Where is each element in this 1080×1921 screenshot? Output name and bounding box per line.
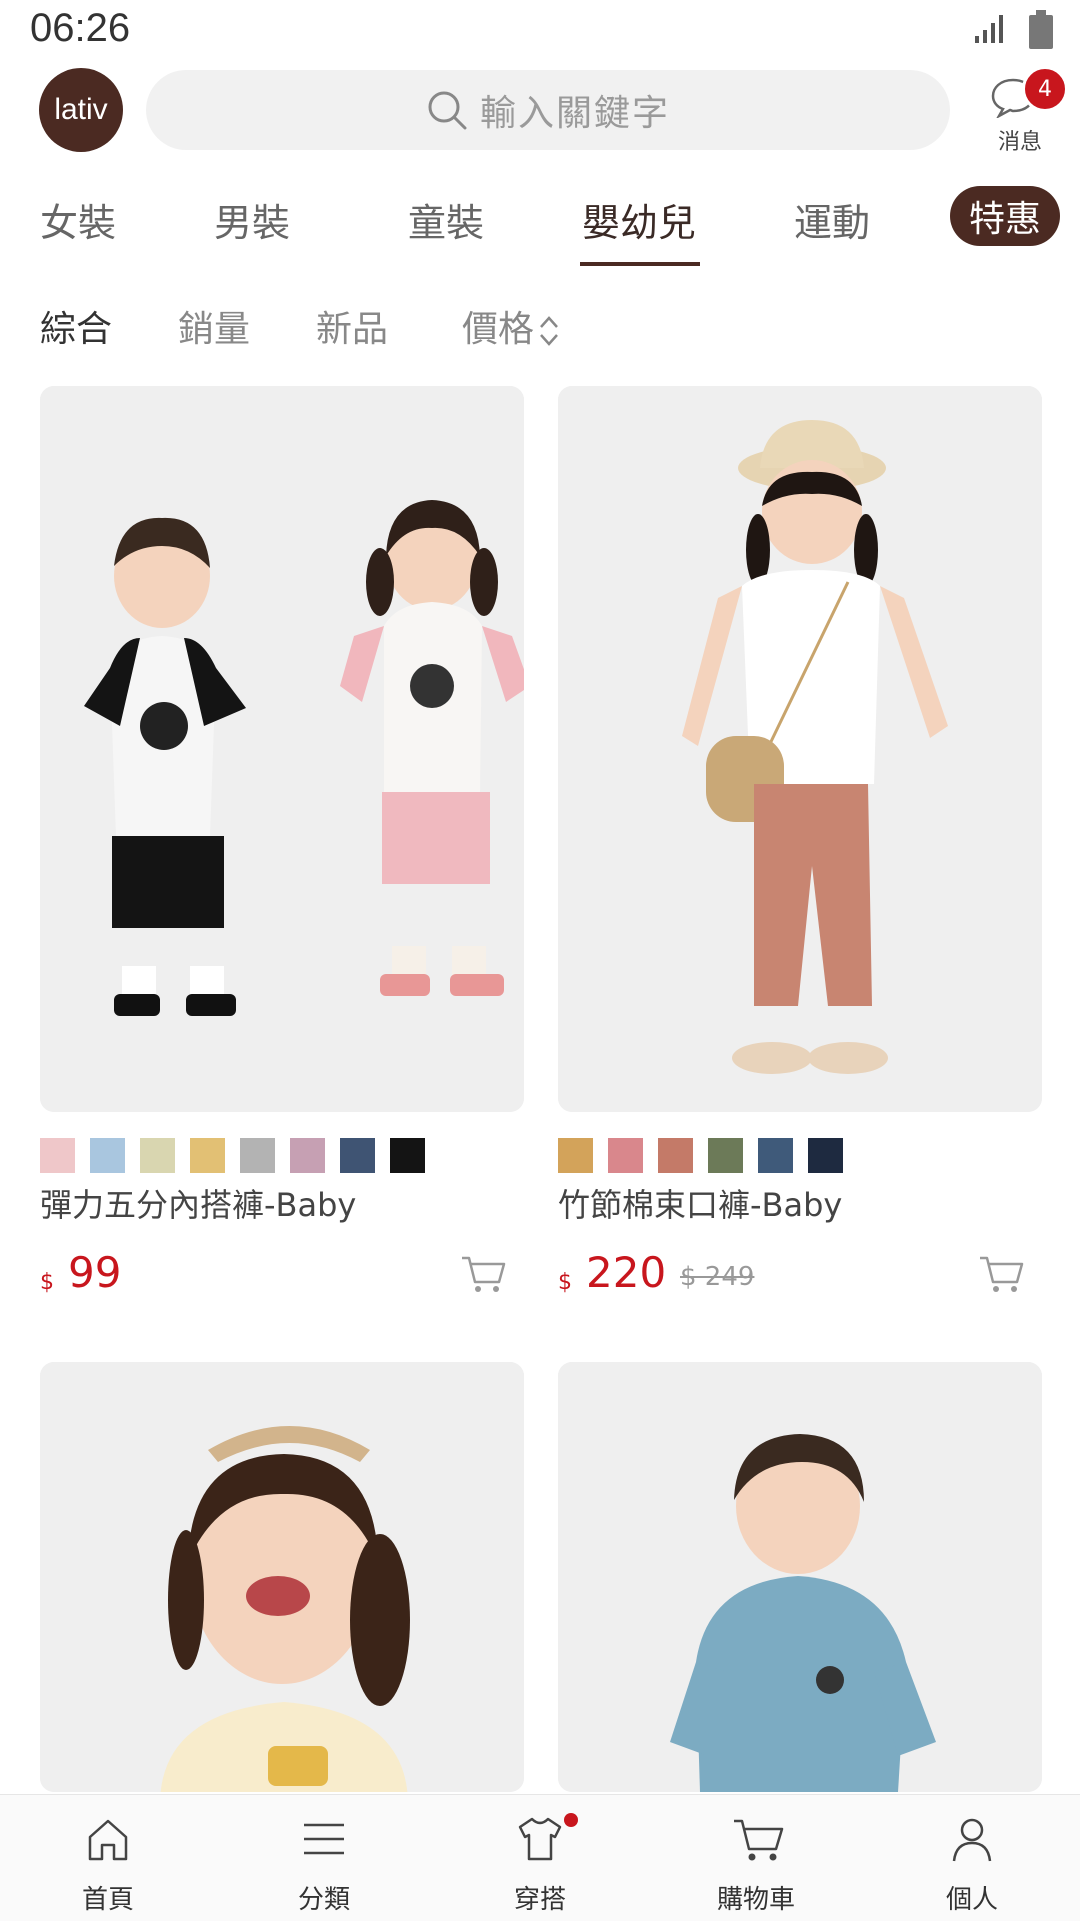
bottom-navigation: 首頁 分類 穿搭 購物車 個人 xyxy=(0,1794,1080,1921)
color-swatches xyxy=(40,1138,425,1173)
currency-symbol: $ xyxy=(40,1270,54,1295)
sort-bar: 綜合 銷量 新品 價格 xyxy=(0,300,1080,370)
menu-icon xyxy=(304,1823,344,1855)
product-card[interactable]: 彈力五分內搭褲-Baby $ 99 xyxy=(40,386,524,1297)
status-time: 06:26 xyxy=(30,6,131,50)
nav-home[interactable]: 首頁 xyxy=(18,1795,198,1921)
color-swatch[interactable] xyxy=(340,1138,375,1173)
search-bar[interactable]: 輸入關鍵字 xyxy=(146,70,950,150)
search-placeholder: 輸入關鍵字 xyxy=(479,93,670,134)
messages-button[interactable]: 4 消息 xyxy=(980,66,1068,158)
logo[interactable]: lativ xyxy=(39,68,123,152)
nav-profile[interactable]: 個人 xyxy=(882,1795,1062,1921)
nav-categories[interactable]: 分類 xyxy=(234,1795,414,1921)
sort-price[interactable]: 價格 xyxy=(462,300,560,352)
header: lativ 輸入關鍵字 4 消息 xyxy=(0,62,1080,158)
color-swatch[interactable] xyxy=(190,1138,225,1173)
nav-cart-label: 購物車 xyxy=(716,1885,795,1915)
product-image[interactable] xyxy=(558,1362,1042,1792)
product-price: 220 xyxy=(586,1248,667,1297)
price-row: $ 220 $ 249 xyxy=(558,1248,1042,1308)
add-to-cart-icon[interactable] xyxy=(978,1252,1024,1294)
sort-overall[interactable]: 綜合 xyxy=(40,300,112,352)
product-card[interactable] xyxy=(558,1362,1042,1792)
product-price: 99 xyxy=(68,1248,122,1297)
color-swatch[interactable] xyxy=(558,1138,593,1173)
color-swatches xyxy=(558,1138,843,1173)
tab-kids[interactable]: 童裝 xyxy=(408,192,484,247)
product-name[interactable]: 彈力五分內搭褲-Baby xyxy=(40,1180,356,1226)
sort-price-label: 價格 xyxy=(462,309,535,350)
signal-icon xyxy=(975,15,1003,43)
tab-women[interactable]: 女裝 xyxy=(40,192,116,247)
product-photo-tom-jerry-tee xyxy=(40,1362,524,1792)
product-card[interactable] xyxy=(40,1362,524,1792)
color-swatch[interactable] xyxy=(90,1138,125,1173)
color-swatch[interactable] xyxy=(40,1138,75,1173)
color-swatch[interactable] xyxy=(608,1138,643,1173)
message-badge: 4 xyxy=(1022,66,1068,112)
original-price: $ 249 xyxy=(680,1262,755,1292)
status-bar: 06:26 xyxy=(0,0,1080,62)
nav-outfits[interactable]: 穿搭 xyxy=(450,1795,630,1921)
currency-symbol: $ xyxy=(558,1270,572,1295)
product-photo-jogger-pants xyxy=(558,386,1042,1112)
product-photo-kids-leggings xyxy=(40,386,524,1112)
product-image[interactable] xyxy=(558,386,1042,1112)
color-swatch[interactable] xyxy=(658,1138,693,1173)
color-swatch[interactable] xyxy=(290,1138,325,1173)
logo-text: lativ xyxy=(54,93,108,126)
tab-sports[interactable]: 運動 xyxy=(794,192,870,247)
price-row: $ 99 xyxy=(40,1248,524,1308)
nav-profile-label: 個人 xyxy=(945,1885,998,1915)
active-tab-indicator xyxy=(580,262,700,266)
special-offer-label: 特惠 xyxy=(968,199,1041,240)
tab-special-offer[interactable]: 特惠 xyxy=(950,186,1060,246)
search-icon xyxy=(428,91,467,130)
sort-sales[interactable]: 銷量 xyxy=(178,300,250,352)
product-image[interactable] xyxy=(40,386,524,1112)
product-photo-mickey-pocket-tee xyxy=(558,1362,1042,1792)
color-swatch[interactable] xyxy=(808,1138,843,1173)
color-swatch[interactable] xyxy=(758,1138,793,1173)
cart-icon xyxy=(734,1819,784,1861)
nav-notification-dot xyxy=(564,1813,578,1827)
product-image[interactable] xyxy=(40,1362,524,1792)
shirt-icon xyxy=(518,1817,562,1861)
person-icon xyxy=(952,1818,992,1862)
home-icon xyxy=(88,1819,128,1861)
tab-baby[interactable]: 嬰幼兒 xyxy=(582,192,696,247)
color-swatch[interactable] xyxy=(708,1138,743,1173)
sort-new[interactable]: 新品 xyxy=(316,300,388,352)
sort-arrows-icon xyxy=(540,316,558,346)
nav-home-label: 首頁 xyxy=(81,1885,134,1915)
color-swatch[interactable] xyxy=(240,1138,275,1173)
messages-label: 消息 xyxy=(997,130,1042,155)
battery-icon xyxy=(1029,10,1053,49)
tab-men[interactable]: 男裝 xyxy=(214,192,290,247)
nav-outfits-label: 穿搭 xyxy=(513,1885,566,1915)
product-name[interactable]: 竹節棉束口褲-Baby xyxy=(558,1180,842,1226)
color-swatch[interactable] xyxy=(140,1138,175,1173)
color-swatch[interactable] xyxy=(390,1138,425,1173)
category-tabs: 女裝 男裝 童裝 嬰幼兒 運動 特惠 xyxy=(0,178,1080,268)
nav-categories-label: 分類 xyxy=(297,1885,350,1915)
nav-cart[interactable]: 購物車 xyxy=(666,1795,846,1921)
product-card[interactable]: 竹節棉束口褲-Baby $ 220 $ 249 xyxy=(558,386,1042,1297)
add-to-cart-icon[interactable] xyxy=(460,1252,506,1294)
